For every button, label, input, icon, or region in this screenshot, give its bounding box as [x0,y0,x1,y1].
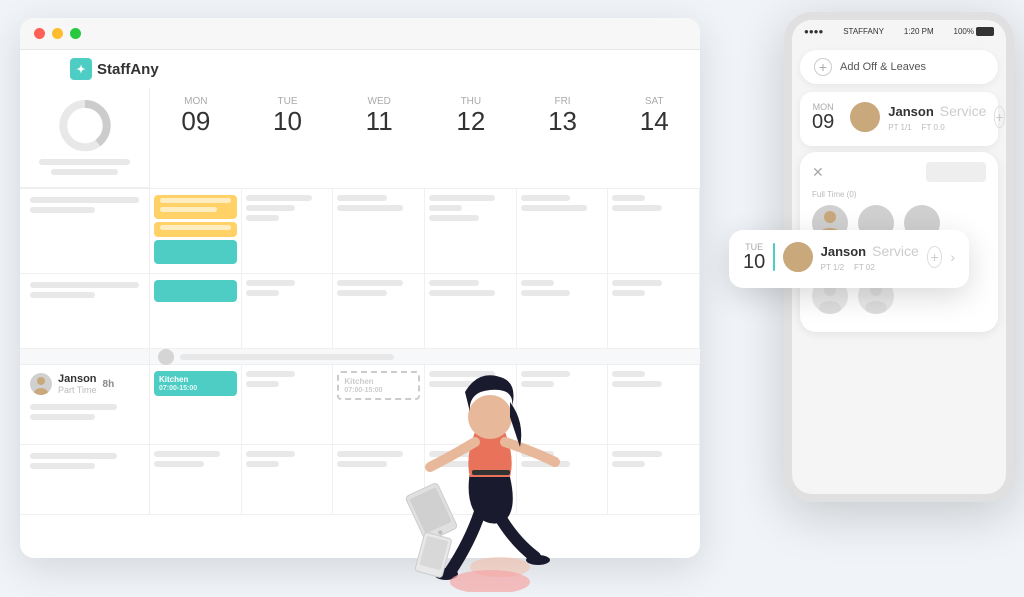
floating-stat-pt: PT 1/2 [821,263,844,272]
window-titlebar [20,18,700,50]
cal-cell-row4-sat[interactable] [608,445,700,514]
cal-cell-janson-mon[interactable]: Kitchen 07:00-15:00 [150,365,242,444]
scene: ✦ StaffAny Mon [0,0,1024,592]
floating-day-num: 10 [743,252,765,272]
sheet-close-icon[interactable]: ✕ [812,164,824,181]
cal-cell-row4-tue[interactable] [242,445,334,514]
floating-stats: PT 1/2 FT 02 [821,263,919,272]
janson-type: Part Time [58,385,97,395]
cal-cell-janson-tue[interactable] [242,365,334,444]
phone-day-row-mon: Mon 09 Janson Service PT 1/1 [812,102,986,132]
cal-cell-row1-wed[interactable] [333,189,425,273]
day-header-wed: Wed 11 [333,88,425,188]
cal-cell-row1-sat[interactable] [608,189,700,273]
sheet-header: ✕ [812,162,986,182]
app-name: StaffAny [97,61,159,78]
floating-accent-line [773,243,774,271]
floating-person-name: Janson [821,244,867,259]
sidebar-placeholder-row1 [20,189,150,273]
janson-hours: 8h [103,379,115,390]
window-dot-close[interactable] [34,28,45,39]
sidebar-placeholder-row2 [20,274,150,348]
cal-cell-row1-tue[interactable] [242,189,334,273]
cal-cell-row2-sat[interactable] [608,274,700,348]
phone-day-num-mon: 09 [812,112,834,132]
logo-icon: ✦ [70,58,92,80]
person-illustration [370,312,590,592]
add-leaves-label: Add Off & Leaves [840,61,926,73]
floating-service-label: Service [872,243,919,259]
phone-signal: ●●●● [804,27,823,36]
app-logo: ✦ StaffAny [70,58,159,80]
phone-time: 1:20 PM [904,27,934,36]
day-num-fri: 13 [517,107,609,136]
phone-avatar-mon [850,102,880,132]
phone-stat-ft-mon: FT 0.0 [922,123,945,132]
phone-status-bar: ●●●● STAFFANY 1:20 PM 100% [792,20,1006,42]
calendar-area: Mon 09 Tue 10 Wed 11 Thu 12 [20,88,700,558]
shift-block-teal-1[interactable] [154,240,237,264]
floating-card-tue: Tue 10 Janson Service PT 1/2 FT 02 [729,230,969,288]
window-dot-minimize[interactable] [52,28,63,39]
cal-cell-row1-fri[interactable] [517,189,609,273]
cal-cell-row2-tue[interactable] [242,274,334,348]
phone-service-mon: Service [940,103,987,119]
phone-chevron-mon: › [1013,109,1014,125]
window-dot-maximize[interactable] [70,28,81,39]
day-header-thu: Thu 12 [425,88,517,188]
phone-add-shift-mon[interactable]: + [994,106,1004,128]
phone-stats-mon: PT 1/1 FT 0.0 [888,123,986,132]
day-header-mon: Mon 09 [150,88,242,188]
cal-cell-row4-mon[interactable] [150,445,242,514]
day-num-wed: 11 [333,107,425,136]
cal-cell-janson-sat[interactable] [608,365,700,444]
floating-avatar [783,242,813,272]
day-header-sat: Sat 14 [608,88,700,188]
sidebar-janson: Janson Part Time 8h [20,365,150,444]
day-num-thu: 12 [425,107,517,136]
day-num-mon: 09 [150,107,242,136]
janson-name: Janson [58,373,97,385]
cal-cell-row2-mon[interactable] [150,274,242,348]
janson-avatar [30,373,52,395]
floating-day-row: Tue 10 Janson Service PT 1/2 FT 02 [743,242,955,272]
cal-cell-row1-mon[interactable] [150,189,242,273]
phone-stat-pt-mon: PT 1/1 [888,123,911,132]
shift-block-yellow-1[interactable] [154,195,237,219]
battery-icon [976,27,994,36]
phone-carrier: STAFFANY [843,27,884,36]
kitchen-shift-mon[interactable]: Kitchen 07:00-15:00 [154,371,237,396]
floating-stat-ft: FT 02 [854,263,875,272]
day-header-tue: Tue 10 [242,88,334,188]
shift-block-teal-2[interactable] [154,280,237,302]
floating-chevron-icon: › [950,249,955,265]
add-leaves-plus-icon: + [814,58,832,76]
floating-add-button[interactable]: + [927,246,943,268]
day-header-fri: Fri 13 [517,88,609,188]
add-leaves-button[interactable]: + Add Off & Leaves [800,50,998,84]
phone-battery: 100% [954,27,994,36]
day-num-tue: 10 [242,107,334,136]
cal-cell-row1-thu[interactable] [425,189,517,273]
donut-cell [20,88,150,188]
shift-block-yellow-2[interactable] [154,222,237,237]
phone-person-name-mon: Janson [888,104,934,119]
day-num-sat: 14 [608,107,700,136]
phone-card-mon[interactable]: Mon 09 Janson Service PT 1/1 [800,92,998,146]
desktop-window: ✦ StaffAny Mon [20,18,700,558]
illustration [370,312,590,572]
row-sep-avatar [158,349,174,365]
sidebar-placeholder-row4 [20,445,150,514]
ft-label: Full Time (0) [812,190,986,199]
janson-person-row: Janson Part Time 8h [30,373,139,395]
donut-chart [55,96,115,155]
sheet-title [926,162,986,182]
